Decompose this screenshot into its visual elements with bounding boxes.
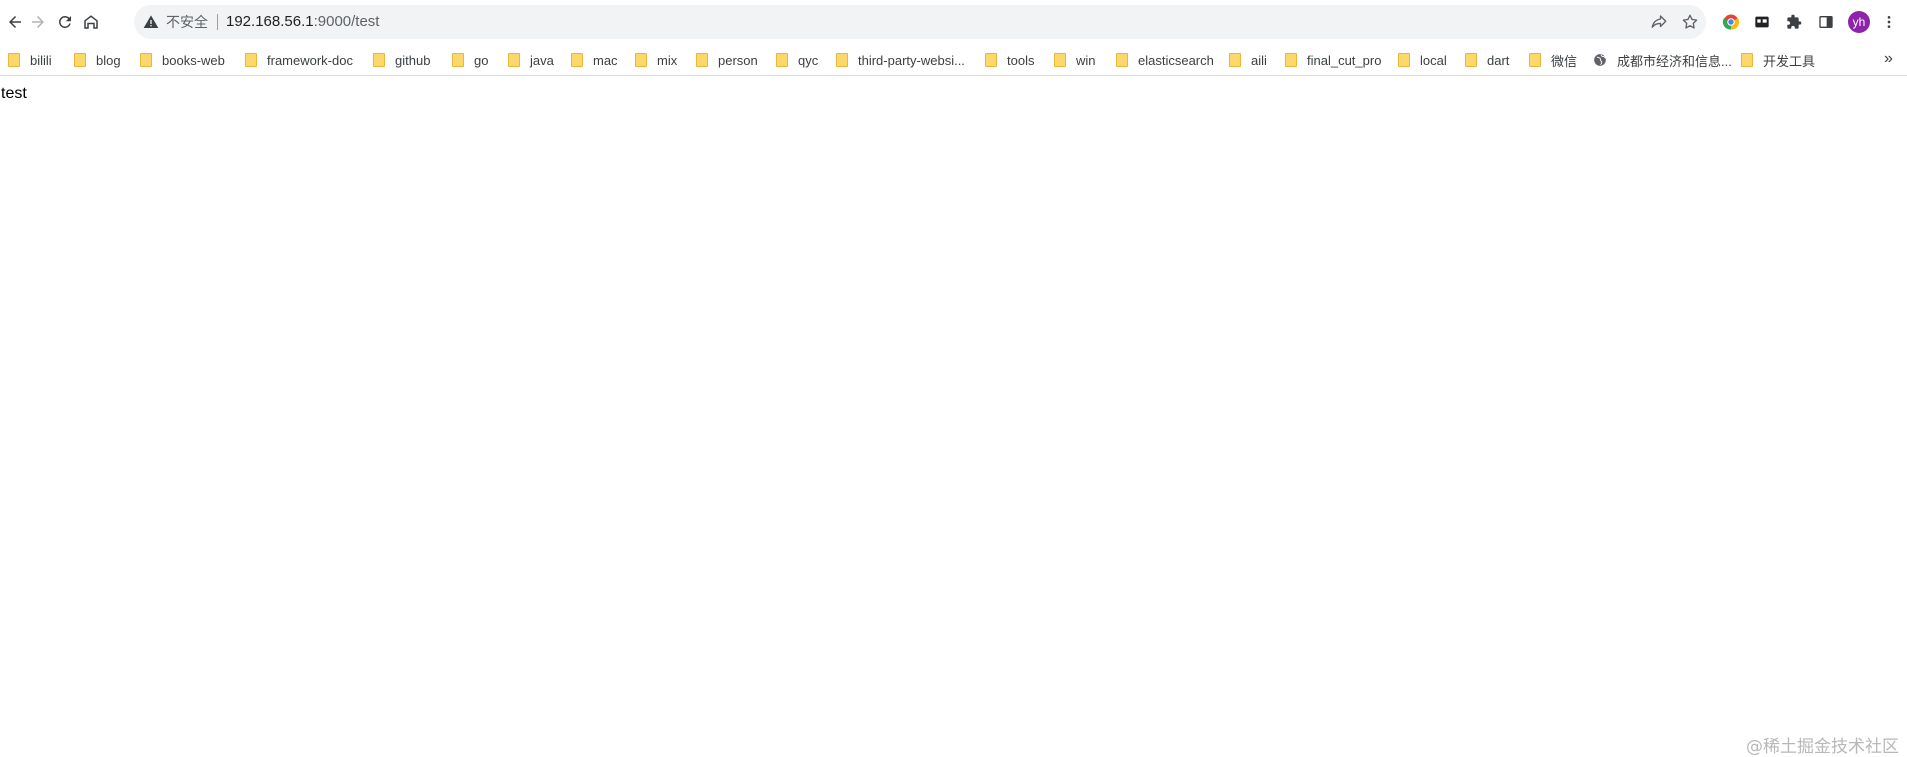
folder-icon — [1116, 53, 1128, 67]
bookmark-folder-framework-doc[interactable]: framework-doc — [245, 44, 353, 76]
globe-icon — [1594, 54, 1606, 66]
chrome-ext-icon[interactable] — [1721, 12, 1741, 32]
bookmark-link-chengdu[interactable]: 成都市经济和信息... — [1593, 44, 1732, 76]
warning-icon[interactable] — [143, 14, 159, 30]
bookmark-label: local — [1420, 52, 1447, 68]
forward-button[interactable] — [25, 9, 51, 35]
reload-button[interactable] — [52, 9, 78, 35]
bookmark-label: mix — [657, 52, 678, 68]
folder-icon — [452, 53, 464, 67]
folder-icon — [836, 53, 848, 67]
bookmark-folder-github[interactable]: github — [373, 44, 430, 76]
puzzle-icon[interactable] — [1784, 12, 1804, 32]
url-host: 192.168.56.1 — [226, 13, 314, 30]
bookmark-folder-blog[interactable]: blog — [74, 44, 121, 76]
bookmark-folder-win[interactable]: win — [1054, 44, 1096, 76]
page-body-text: test — [1, 85, 27, 102]
folder-icon — [74, 53, 86, 67]
page-viewport: test @稀土掘金技术社区 — [0, 77, 1907, 757]
home-icon — [84, 15, 98, 29]
folder-icon — [635, 53, 647, 67]
bookmark-label: aili — [1251, 52, 1267, 68]
folder-icon — [776, 53, 788, 67]
bookmark-folder-dart[interactable]: dart — [1465, 44, 1509, 76]
back-icon — [9, 16, 21, 28]
folder-icon — [1465, 53, 1477, 67]
folder-icon — [508, 53, 520, 67]
bookmarks-overflow-button[interactable]: » — [1884, 50, 1893, 68]
more-vert-icon[interactable] — [1879, 12, 1899, 32]
bookmark-folder-third-party[interactable]: third-party-websi... — [836, 44, 965, 76]
folder-icon — [1529, 53, 1541, 67]
bookmark-label: elasticsearch — [1138, 52, 1214, 68]
bookmark-label: dart — [1487, 52, 1510, 68]
bookmark-label: blog — [96, 52, 121, 68]
folder-icon — [1054, 53, 1066, 67]
bookmark-folder-bilili[interactable]: bilili — [8, 44, 52, 76]
bookmark-folder-person[interactable]: person — [696, 44, 758, 76]
shell-ext-icon[interactable] — [1752, 12, 1772, 32]
bookmark-folder-go[interactable]: go — [452, 44, 488, 76]
folder-icon — [245, 53, 257, 67]
bookmark-label: final_cut_pro — [1307, 52, 1382, 68]
bookmark-label: third-party-websi... — [858, 52, 965, 68]
bookmark-label: books-web — [162, 52, 225, 68]
bookmark-label: qyc — [798, 52, 819, 68]
security-label[interactable]: 不安全 — [166, 13, 208, 31]
folder-icon — [1741, 53, 1753, 67]
bookmark-label: 微信 — [1551, 53, 1578, 69]
bookmark-label: github — [395, 52, 431, 68]
folder-icon — [985, 53, 997, 67]
bookmark-label: tools — [1007, 52, 1035, 68]
star-icon[interactable] — [1681, 13, 1699, 31]
bookmark-label: mac — [593, 52, 618, 68]
watermark: @稀土掘金技术社区 — [1746, 737, 1899, 757]
folder-icon — [1398, 53, 1410, 67]
bookmarks-bar: bilili blog books-web framework-doc gith… — [0, 44, 1907, 76]
bookmark-label: 成都市经济和信息... — [1617, 53, 1732, 69]
folder-icon — [373, 53, 385, 67]
bookmark-label: win — [1076, 52, 1096, 68]
url-path: :9000/test — [313, 13, 380, 30]
bookmark-folder-local[interactable]: local — [1398, 44, 1447, 76]
bookmark-folder-aili[interactable]: aili — [1229, 44, 1267, 76]
browser-toolbar: 不安全 192.168.56.1:9000/test yh — [0, 0, 1907, 44]
profile-avatar[interactable]: yh — [1848, 11, 1870, 33]
bookmark-label: 开发工具 — [1763, 53, 1816, 69]
bookmark-folder-qyc[interactable]: qyc — [776, 44, 818, 76]
bookmark-label: bilili — [30, 52, 52, 68]
folder-icon — [1285, 53, 1297, 67]
address-bar[interactable]: 不安全 192.168.56.1:9000/test — [134, 5, 1706, 39]
bookmark-label: java — [530, 52, 554, 68]
bookmark-label: framework-doc — [267, 52, 353, 68]
bookmark-folder-dev-tools[interactable]: 开发工具 — [1741, 44, 1815, 76]
folder-icon — [696, 53, 708, 67]
folder-icon — [140, 53, 152, 67]
bookmark-label: person — [718, 52, 758, 68]
side-panel-icon[interactable] — [1816, 12, 1836, 32]
forward-icon — [32, 16, 44, 28]
folder-icon — [8, 53, 20, 67]
folder-icon — [571, 53, 583, 67]
bookmark-folder-elasticsearch[interactable]: elasticsearch — [1116, 44, 1214, 76]
bookmark-folder-wechat[interactable]: 微信 — [1529, 44, 1577, 76]
share-icon[interactable] — [1650, 13, 1668, 31]
bookmark-folder-final-cut-pro[interactable]: final_cut_pro — [1285, 44, 1381, 76]
omnibox-divider — [217, 14, 218, 30]
bookmark-folder-mix[interactable]: mix — [635, 44, 677, 76]
folder-icon — [1229, 53, 1241, 67]
home-button[interactable] — [78, 9, 104, 35]
bookmark-folder-tools[interactable]: tools — [985, 44, 1034, 76]
bookmark-label: go — [474, 52, 489, 68]
bookmark-folder-mac[interactable]: mac — [571, 44, 618, 76]
bookmark-folder-java[interactable]: java — [508, 44, 554, 76]
reload-icon — [58, 15, 71, 28]
bookmark-folder-books-web[interactable]: books-web — [140, 44, 225, 76]
url-text[interactable]: 192.168.56.1:9000/test — [226, 13, 379, 31]
